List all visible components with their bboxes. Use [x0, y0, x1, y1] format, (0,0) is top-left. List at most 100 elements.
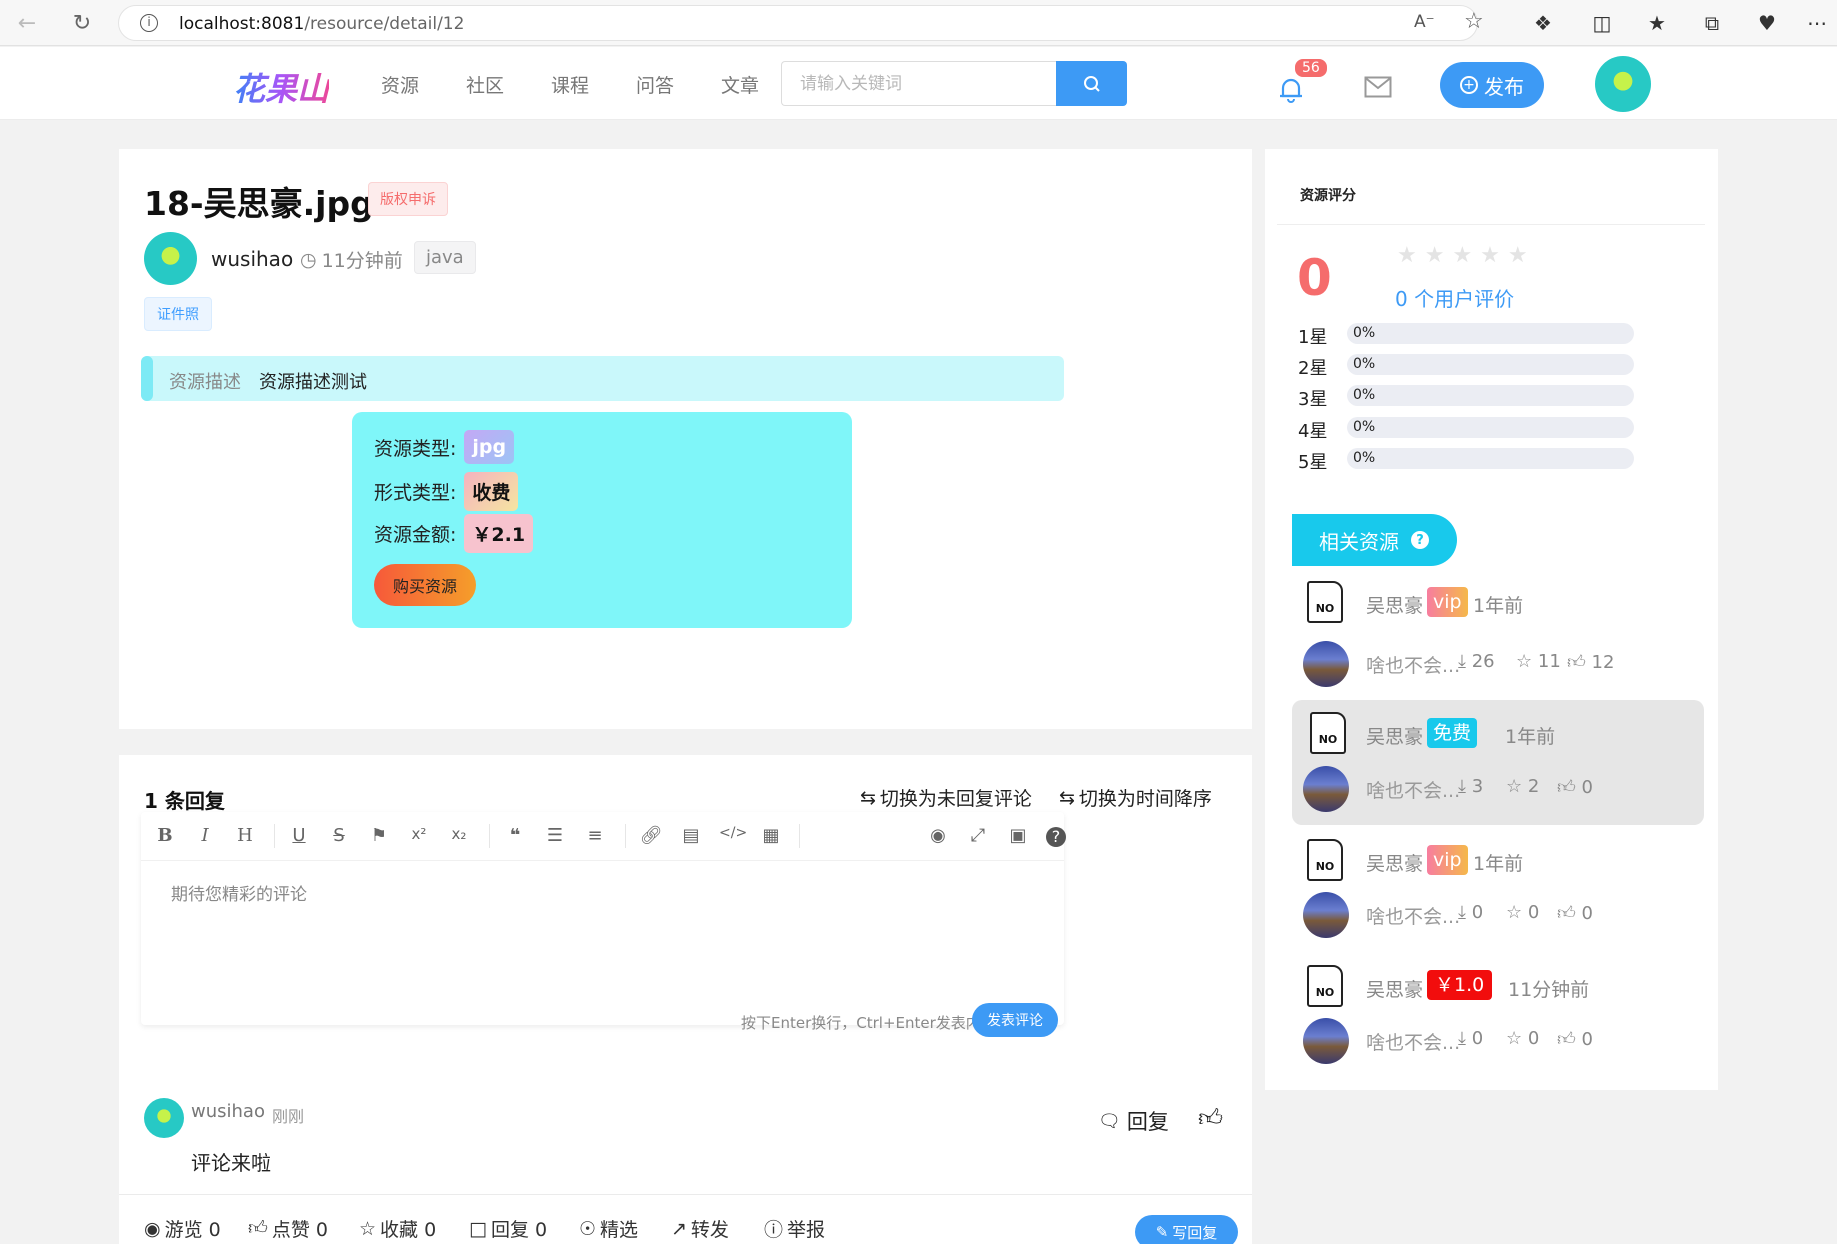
replies-button[interactable]: □ 回复 0	[469, 1215, 547, 1242]
comments-card: 1 条回复 ⇆ 切换为未回复评论 ⇆ 切换为时间降序 B I H U S ⚑ x…	[119, 755, 1252, 1195]
star-row-bar-5: 0%	[1347, 448, 1634, 469]
unordered-list-icon[interactable]: ≡	[583, 825, 607, 846]
address-bar[interactable]: i localhost:8081/resource/detail/12 A⁻ ☆	[118, 5, 1484, 41]
toggle-time-button[interactable]: ⇆ 切换为时间降序	[1059, 784, 1212, 811]
publish-time: ◷ 11分钟前	[300, 246, 403, 273]
share-button[interactable]: ↗ 转发	[671, 1215, 729, 1242]
star-row-label-5: 5星	[1298, 452, 1328, 473]
description-text: 资源描述测试	[259, 372, 367, 393]
share-label: 转发	[690, 1219, 729, 1241]
comment-count-title: 1 条回复	[144, 789, 225, 813]
search-input[interactable]	[782, 62, 1056, 105]
copyright-tag[interactable]: 版权申诉	[368, 182, 448, 216]
url-host: localhost:8081	[179, 14, 305, 34]
author-avatar[interactable]	[144, 232, 197, 285]
back-arrow-icon[interactable]: ←	[12, 8, 42, 38]
table-icon[interactable]: ▦	[759, 825, 783, 846]
search-button[interactable]	[1056, 61, 1127, 106]
favorites-button[interactable]: ☆ 收藏 0	[359, 1215, 436, 1242]
form-type-label: 形式类型:	[374, 482, 457, 504]
subscript-icon[interactable]: x₂	[447, 825, 471, 843]
fullscreen-icon[interactable]: ⤢	[966, 825, 990, 846]
link-icon[interactable]: 🔗︎	[639, 825, 663, 846]
related-resources-header: 相关资源 ?	[1292, 514, 1457, 566]
info-icon[interactable]: i	[140, 14, 158, 32]
code-icon[interactable]: </>	[719, 825, 747, 841]
tech-tag[interactable]: java	[414, 241, 476, 274]
split-screen-icon[interactable]: ◫	[1586, 7, 1618, 39]
related-item[interactable]: NO 吴思豪 ￥1.0 11分钟前 啥也不会... ⤓ 0 ☆ 0 👍︎ 0	[1292, 957, 1704, 1065]
italic-icon[interactable]: I	[193, 825, 217, 846]
commenter-name[interactable]: wusihao	[191, 1101, 265, 1122]
more-icon[interactable]: ⋯	[1801, 7, 1833, 39]
site-logo[interactable]: 花果山	[233, 64, 329, 110]
rating-stars[interactable]: ★★★★★	[1397, 243, 1536, 268]
publish-button[interactable]: + 发布	[1440, 62, 1544, 108]
preview-eye-icon[interactable]: ◉	[926, 825, 950, 846]
nav-qa[interactable]: 问答	[636, 71, 674, 98]
likes-button[interactable]: 👍︎ 点赞 0	[248, 1215, 328, 1242]
help-icon[interactable]: ?	[1046, 827, 1066, 847]
thumbs-up-icon[interactable]: 👍︎	[1198, 1104, 1223, 1133]
warning-icon: ⓘ	[764, 1219, 784, 1241]
download-icon: ⤓	[1458, 651, 1466, 672]
ordered-list-icon[interactable]: ☰	[543, 825, 567, 846]
related-item[interactable]: NO 吴思豪 免费 1年前 啥也不会... ⤓ 3 ☆ 2 👍︎ 0	[1292, 700, 1704, 825]
buy-resource-button[interactable]: 购买资源	[374, 564, 476, 606]
extensions-icon[interactable]: ❖	[1527, 7, 1559, 39]
star-row-label-2: 2星	[1298, 358, 1328, 379]
reply-button[interactable]: 🗨︎ 回复	[1098, 1106, 1169, 1136]
star-row-bar-3: 0%	[1347, 385, 1634, 406]
health-icon[interactable]: ♥	[1751, 7, 1783, 39]
swap-icon: ⇆	[1059, 786, 1075, 809]
mail-icon[interactable]	[1364, 76, 1392, 102]
collections-icon[interactable]: ⧉	[1696, 7, 1728, 39]
read-aloud-icon[interactable]: A⁻	[1414, 12, 1435, 32]
toggle-unreplied-button[interactable]: ⇆ 切换为未回复评论	[860, 784, 1032, 811]
price-value: ￥2.1	[464, 514, 534, 553]
image-icon[interactable]: ▤	[679, 825, 703, 846]
write-reply-label: 写回复	[1172, 1223, 1218, 1242]
editor-placeholder[interactable]: 期待您精彩的评论	[171, 880, 307, 905]
window-icon[interactable]: ▣	[1006, 825, 1030, 846]
nav-courses[interactable]: 课程	[551, 71, 589, 98]
bookmark-icon[interactable]: ⚑	[367, 825, 391, 846]
superscript-icon[interactable]: x²	[407, 825, 431, 843]
star-count: ☆ 0	[1506, 902, 1539, 923]
comment-time: 刚刚	[272, 1107, 305, 1126]
url-text[interactable]: localhost:8081/resource/detail/12	[179, 14, 464, 34]
rating-user-count[interactable]: 0 个用户评价	[1395, 283, 1514, 312]
search-icon	[1083, 75, 1100, 92]
nav-articles[interactable]: 文章	[721, 71, 759, 98]
reload-icon[interactable]: ↻	[67, 8, 97, 38]
toolbar-divider	[274, 824, 275, 848]
user-avatar[interactable]	[1595, 56, 1651, 112]
related-item[interactable]: NO 吴思豪 vip 1年前 啥也不会... ⤓ 26 ☆ 11 👍︎ 12	[1292, 579, 1704, 687]
write-reply-button[interactable]: ✎ 写回复	[1135, 1215, 1238, 1244]
star-icon: ☆	[1506, 1028, 1523, 1049]
author-name[interactable]: wusihao	[211, 247, 293, 271]
commenter-avatar[interactable]	[144, 1098, 184, 1138]
favorite-star-icon[interactable]: ☆	[1464, 9, 1484, 34]
bottom-action-bar: ◉ 游览 0 👍︎ 点赞 0 ☆ 收藏 0 □ 回复 0 ☉ 精选 ↗ 转发 ⓘ 举报 ✎ 写…	[119, 1194, 1252, 1244]
question-icon[interactable]: ?	[1411, 531, 1429, 549]
strikethrough-icon[interactable]: S	[327, 825, 351, 846]
underline-icon[interactable]: U	[287, 825, 311, 846]
heading-icon[interactable]: H	[233, 825, 257, 846]
notification-bell-icon[interactable]	[1278, 75, 1304, 107]
featured-button[interactable]: ☉ 精选	[579, 1215, 638, 1242]
category-tag[interactable]: 证件照	[144, 297, 212, 331]
resource-card: 18-吴思豪.jpg 版权申诉 wusihao ◷ 11分钟前 java 证件照…	[119, 149, 1252, 729]
nav-community[interactable]: 社区	[466, 71, 504, 98]
quote-icon[interactable]: ❝	[503, 825, 527, 846]
star-row-label-1: 1星	[1298, 327, 1328, 348]
bold-icon[interactable]: B	[153, 825, 177, 846]
nav-resources[interactable]: 资源	[381, 71, 419, 98]
post-comment-button[interactable]: 发表评论	[972, 1003, 1058, 1037]
star-row-bar-4: 0%	[1347, 417, 1634, 438]
related-item[interactable]: NO 吴思豪 vip 1年前 啥也不会... ⤓ 0 ☆ 0 👍︎ 0	[1292, 832, 1704, 940]
favorites-icon[interactable]: ★	[1641, 7, 1673, 39]
star-count: ☆ 2	[1506, 776, 1539, 797]
download-count: ⤓ 3	[1458, 776, 1483, 797]
report-button[interactable]: ⓘ 举报	[764, 1215, 825, 1242]
